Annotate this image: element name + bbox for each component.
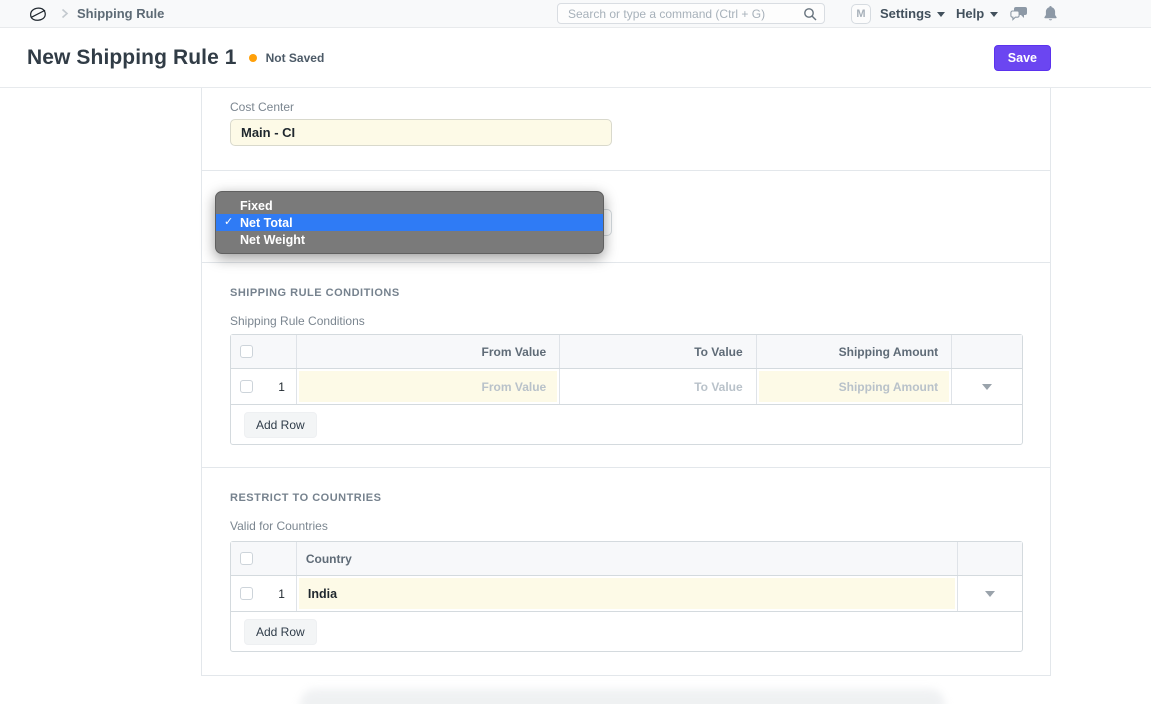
not-saved-dot-icon (249, 54, 257, 62)
from-value-input[interactable]: From Value (299, 371, 557, 402)
row-expand-icon (982, 384, 992, 390)
bottom-shadow (300, 689, 945, 704)
help-menu[interactable]: Help (956, 0, 998, 27)
app-logo-icon[interactable] (28, 4, 48, 24)
help-label: Help (956, 6, 984, 21)
countries-section-heading: RESTRICT TO COUNTRIES (230, 492, 381, 504)
row-checkbox[interactable] (240, 380, 253, 393)
page-title: New Shipping Rule 1 (27, 46, 237, 70)
settings-menu[interactable]: Settings (880, 0, 945, 27)
row-expand-icon (985, 591, 995, 597)
navbar: Shipping Rule M Settings Help (0, 0, 1151, 28)
global-search[interactable] (557, 3, 825, 24)
countries-table-footer: Add Row (231, 612, 1022, 651)
caret-down-icon (937, 12, 945, 17)
countries-field-label: Valid for Countries (230, 519, 328, 533)
bell-icon[interactable] (1043, 5, 1058, 22)
to-value-input[interactable]: To Value (562, 371, 753, 402)
conditions-table: From Value To Value Shipping Amount 1 Fr… (230, 334, 1023, 445)
select-dropdown-popup: Fixed ✓ Net Total Net Weight (215, 191, 604, 254)
col-header-from-value: From Value (297, 335, 560, 368)
col-header-shipping-amount: Shipping Amount (757, 335, 953, 368)
cost-center-label: Cost Center (230, 100, 294, 114)
conditions-field-label: Shipping Rule Conditions (230, 314, 365, 328)
col-header-country: Country (297, 542, 958, 575)
section-divider (202, 467, 1050, 468)
settings-label: Settings (880, 6, 931, 21)
section-divider (202, 262, 1050, 263)
conditions-table-footer: Add Row (231, 405, 1022, 444)
save-button[interactable]: Save (994, 45, 1051, 71)
conditions-table-header: From Value To Value Shipping Amount (231, 335, 1022, 369)
row-index: 1 (278, 587, 285, 601)
select-option-net-total[interactable]: ✓ Net Total (216, 214, 603, 231)
select-all-checkbox[interactable] (240, 345, 253, 358)
breadcrumb-shipping-rule[interactable]: Shipping Rule (77, 0, 164, 27)
caret-down-icon (990, 12, 998, 17)
add-row-button[interactable]: Add Row (244, 619, 317, 645)
conditions-table-row: 1 From Value To Value Shipping Amount (231, 369, 1022, 405)
search-input[interactable] (558, 4, 824, 23)
page-header: New Shipping Rule 1 Not Saved Save (0, 28, 1151, 88)
countries-table-header: Country (231, 542, 1022, 576)
cost-center-input[interactable]: Main - CI (230, 119, 612, 146)
countries-table-row: 1 India (231, 576, 1022, 612)
select-option-fixed[interactable]: Fixed (216, 197, 603, 214)
col-header-to-value: To Value (560, 335, 757, 368)
conditions-section-heading: SHIPPING RULE CONDITIONS (230, 287, 400, 299)
checkmark-icon: ✓ (224, 215, 233, 228)
row-index: 1 (278, 380, 285, 394)
search-icon (803, 7, 817, 21)
form-body: Cost Center Main - CI Fixed ✓ Net Total … (201, 88, 1051, 676)
status-badge: Not Saved (266, 51, 325, 65)
countries-table: Country 1 India Add Row (230, 541, 1023, 652)
app-window: Shipping Rule M Settings Help (0, 0, 1151, 704)
row-expand-button[interactable] (958, 576, 1022, 611)
row-checkbox[interactable] (240, 587, 253, 600)
breadcrumb-chevron-icon (59, 8, 70, 19)
chat-icon[interactable] (1010, 6, 1028, 22)
country-input[interactable]: India (299, 578, 955, 609)
row-expand-button[interactable] (952, 369, 1022, 404)
select-option-net-total-label: Net Total (240, 216, 293, 230)
avatar[interactable]: M (851, 4, 871, 24)
select-all-checkbox[interactable] (240, 552, 253, 565)
section-divider (202, 170, 1050, 171)
shipping-amount-input[interactable]: Shipping Amount (759, 371, 950, 402)
add-row-button[interactable]: Add Row (244, 412, 317, 438)
select-option-net-weight[interactable]: Net Weight (216, 231, 603, 248)
